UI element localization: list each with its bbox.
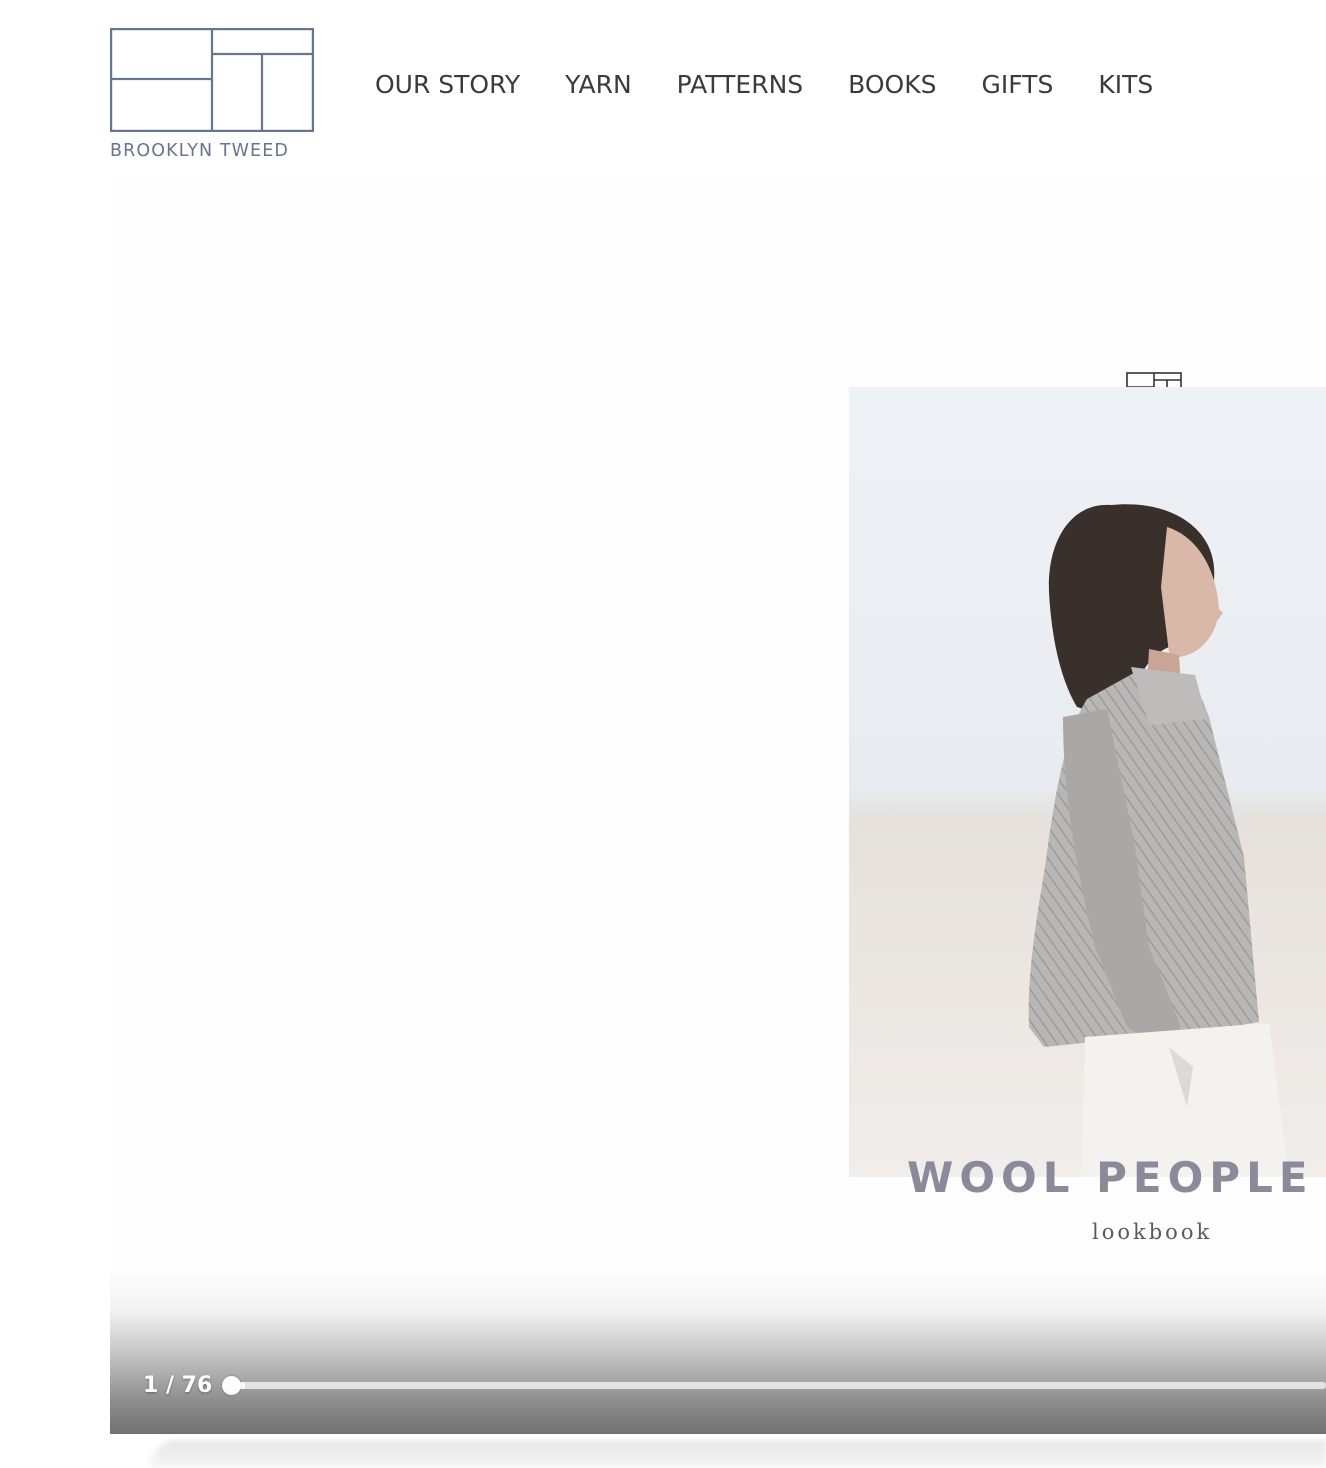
nav-books[interactable]: BOOKS bbox=[848, 70, 936, 99]
cover-model-image bbox=[849, 387, 1326, 1177]
viewer-bottom-shadow bbox=[150, 1440, 1326, 1468]
page-slider-handle[interactable] bbox=[222, 1376, 241, 1395]
page-counter: 1 / 76 bbox=[143, 1373, 213, 1398]
main-nav: OUR STORY YARN PATTERNS BOOKS GIFTS KITS bbox=[375, 70, 1153, 99]
cover-subtitle: lookbook bbox=[1092, 1220, 1213, 1244]
page-progress-track[interactable] bbox=[231, 1382, 1326, 1389]
brand-logo[interactable]: BROOKLYN TWEED bbox=[110, 28, 314, 161]
viewer-controls-bar bbox=[110, 1270, 1326, 1434]
cover-title: WOOL PEOPLE bbox=[907, 1153, 1314, 1202]
brand-logo-mark-icon bbox=[110, 28, 314, 132]
nav-patterns[interactable]: PATTERNS bbox=[677, 70, 803, 99]
nav-kits[interactable]: KITS bbox=[1098, 70, 1153, 99]
cover-photo bbox=[849, 387, 1326, 1177]
flipbook-viewer[interactable]: WOOL PEOPLE lookbook 1 / 76 bbox=[110, 180, 1326, 1434]
nav-our-story[interactable]: OUR STORY bbox=[375, 70, 520, 99]
nav-yarn[interactable]: YARN bbox=[565, 70, 632, 99]
brand-name: BROOKLYN TWEED bbox=[110, 141, 289, 161]
nav-gifts[interactable]: GIFTS bbox=[982, 70, 1054, 99]
